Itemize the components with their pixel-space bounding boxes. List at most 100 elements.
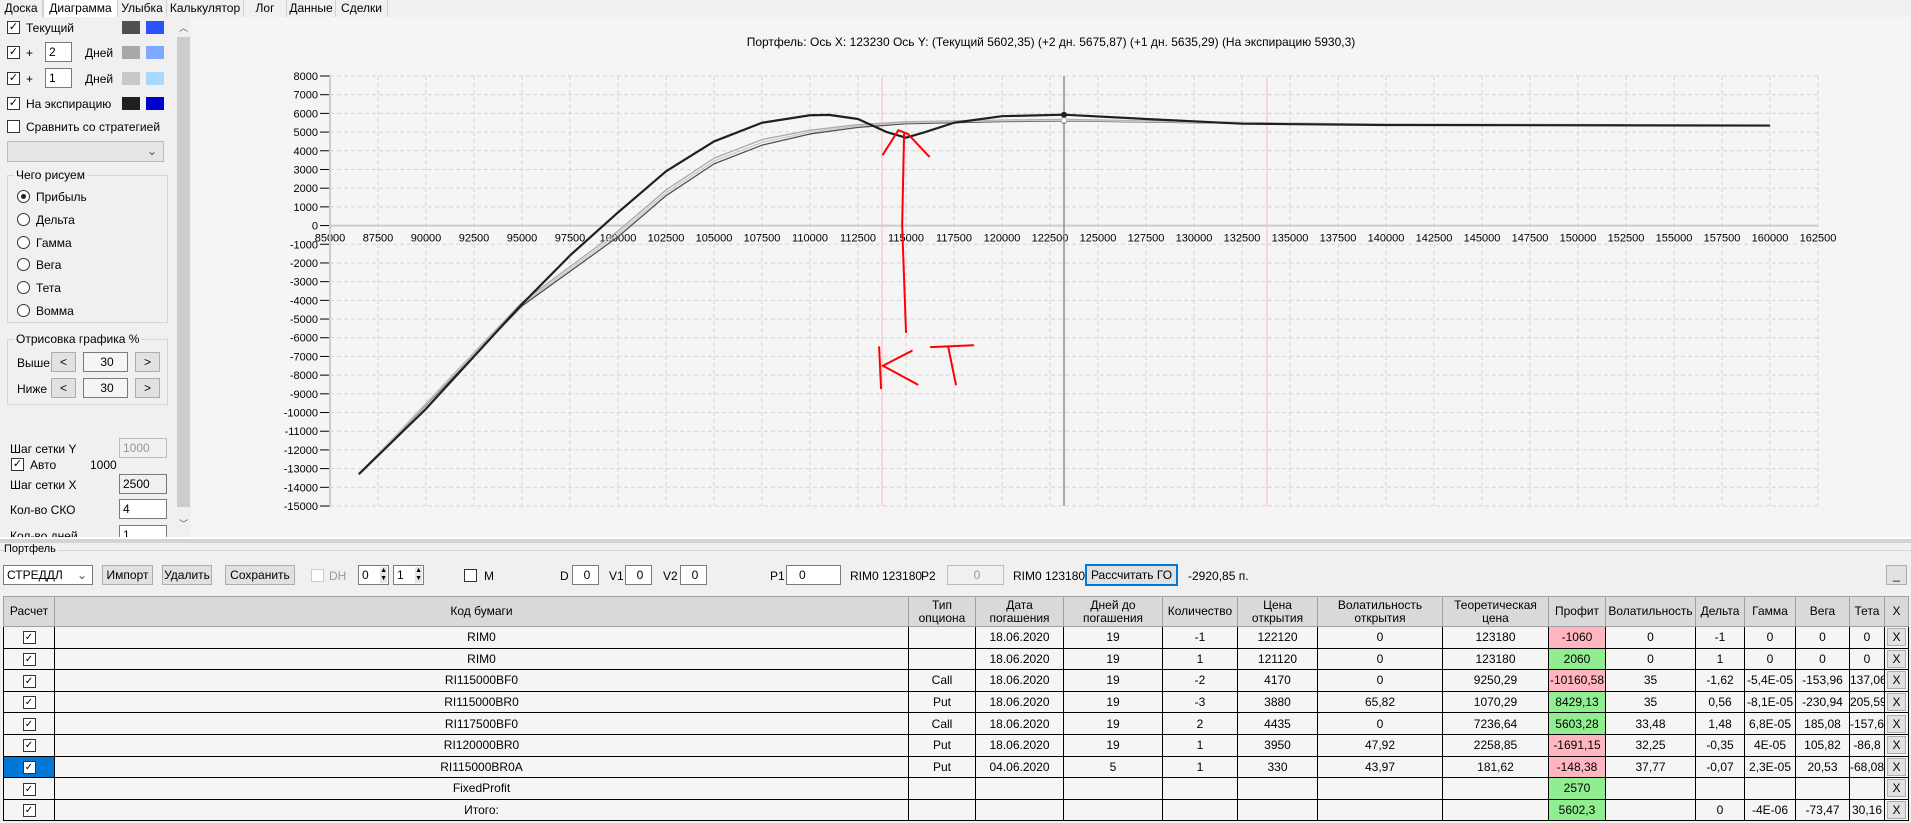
cell-profit[interactable]: 5602,3 bbox=[1548, 798, 1606, 822]
auto-checkbox[interactable]: ✓ bbox=[11, 458, 24, 471]
tab-calculator[interactable]: Калькулятор bbox=[167, 0, 244, 17]
column-header[interactable]: Тета bbox=[1849, 596, 1885, 627]
cell-open-vol[interactable]: 43,97 bbox=[1317, 755, 1443, 779]
cell-theo[interactable]: 9250,29 bbox=[1442, 669, 1549, 692]
cell-theta[interactable]: -68,08 bbox=[1849, 755, 1885, 779]
cell-theta[interactable]: -157,61 bbox=[1849, 712, 1885, 735]
calc-checkbox[interactable]: ✓ bbox=[22, 717, 36, 731]
cell-open-vol[interactable]: 65,82 bbox=[1317, 690, 1443, 714]
cell-profit[interactable]: 2570 bbox=[1548, 777, 1606, 800]
cell-qty[interactable] bbox=[1162, 777, 1238, 800]
cell-delta[interactable]: 0 bbox=[1695, 798, 1745, 822]
table-row[interactable]: ✓ RI120000BR0 Put 18.06.2020 19 1 3950 47,92 225… bbox=[3, 733, 1909, 757]
scroll-up-icon[interactable]: ︿ bbox=[179, 21, 188, 34]
cell-days[interactable]: 19 bbox=[1063, 690, 1163, 714]
cell-code[interactable]: RI115000BR0 bbox=[54, 690, 909, 714]
cell-theta[interactable]: -86,8 bbox=[1849, 733, 1885, 757]
column-header[interactable]: Профит bbox=[1548, 596, 1606, 627]
cell-theta[interactable]: 0 bbox=[1849, 647, 1885, 671]
delete-row-button[interactable]: X bbox=[1887, 693, 1906, 712]
below-decrease-button[interactable]: < bbox=[51, 378, 76, 398]
tab-data[interactable]: Данные bbox=[287, 0, 336, 17]
calc-cell[interactable]: ✓ bbox=[3, 712, 55, 735]
plus1-checkbox[interactable]: ✓ bbox=[7, 72, 20, 85]
tab-log[interactable]: Лог bbox=[244, 0, 287, 17]
current-checkbox[interactable]: ✓ bbox=[7, 21, 20, 34]
column-header[interactable]: Количество bbox=[1162, 596, 1238, 627]
delete-row-button[interactable]: X bbox=[1887, 801, 1906, 820]
cell-profit[interactable]: -1060 bbox=[1548, 626, 1606, 649]
tab-diagram[interactable]: Диаграмма bbox=[43, 0, 118, 18]
spin-arrows-icon[interactable]: ▲ ▼ bbox=[415, 567, 422, 583]
table-row[interactable]: ✓ RI117500BF0 Call 18.06.2020 19 2 4435 0 7236,6… bbox=[3, 712, 1909, 735]
cell-gamma[interactable]: -5,4E-05 bbox=[1744, 669, 1796, 692]
cell-days[interactable] bbox=[1063, 777, 1163, 800]
cell-theo[interactable]: 2258,85 bbox=[1442, 733, 1549, 757]
cell-theo[interactable]: 123180 bbox=[1442, 626, 1549, 649]
cell-delta[interactable]: -0,35 bbox=[1695, 733, 1745, 757]
radio-vega[interactable] bbox=[17, 258, 30, 271]
cell-date[interactable]: 18.06.2020 bbox=[975, 669, 1064, 692]
above-decrease-button[interactable]: < bbox=[51, 352, 76, 372]
cell-vega[interactable]: 185,08 bbox=[1795, 712, 1850, 735]
column-header[interactable]: Цена открытия bbox=[1237, 596, 1318, 627]
cell-type[interactable]: Call bbox=[908, 669, 976, 692]
tab-deals[interactable]: Сделки bbox=[336, 0, 388, 17]
cell-vega[interactable]: -153,96 bbox=[1795, 669, 1850, 692]
cell-type[interactable]: Put bbox=[908, 755, 976, 779]
delete-button[interactable]: Удалить bbox=[162, 565, 212, 585]
cell-vol[interactable]: 0 bbox=[1605, 626, 1696, 649]
column-header[interactable]: Расчет bbox=[3, 596, 55, 627]
cell-theo[interactable] bbox=[1442, 777, 1549, 800]
sko-input[interactable]: 4 bbox=[119, 499, 167, 519]
p2-input[interactable]: 0 bbox=[947, 565, 1004, 585]
cell-vol[interactable]: 35 bbox=[1605, 669, 1696, 692]
table-row[interactable]: ✓ RI115000BR0A Put 04.06.2020 5 1 330 43,97 181,… bbox=[3, 755, 1909, 779]
cell-qty[interactable]: 1 bbox=[1162, 755, 1238, 779]
current-color-swatch[interactable] bbox=[122, 21, 140, 34]
cell-date[interactable]: 18.06.2020 bbox=[975, 733, 1064, 757]
delete-row-button[interactable]: X bbox=[1887, 628, 1906, 647]
plus2-color-swatch[interactable] bbox=[122, 46, 140, 59]
cell-qty[interactable]: 1 bbox=[1162, 733, 1238, 757]
column-header[interactable]: Вега bbox=[1795, 596, 1850, 627]
calc-cell[interactable]: ✓ bbox=[3, 690, 55, 714]
calc-checkbox[interactable]: ✓ bbox=[22, 782, 36, 796]
expiry-color-swatch[interactable] bbox=[122, 97, 140, 110]
cell-vega[interactable]: 20,53 bbox=[1795, 755, 1850, 779]
radio-vomma[interactable] bbox=[17, 304, 30, 317]
cell-open[interactable]: 122120 bbox=[1237, 626, 1318, 649]
cell-theta[interactable] bbox=[1849, 777, 1885, 800]
cell-profit[interactable]: 8429,13 bbox=[1548, 690, 1606, 714]
cell-vega[interactable] bbox=[1795, 777, 1850, 800]
cell-vol[interactable] bbox=[1605, 777, 1696, 800]
cell-gamma[interactable]: 6,8E-05 bbox=[1744, 712, 1796, 735]
cell-date[interactable]: 04.06.2020 bbox=[975, 755, 1064, 779]
cell-date[interactable]: 18.06.2020 bbox=[975, 626, 1064, 649]
v1-input[interactable]: 0 bbox=[625, 565, 652, 585]
cell-code[interactable]: FixedProfit bbox=[54, 777, 909, 800]
cell-vega[interactable]: 0 bbox=[1795, 626, 1850, 649]
calc-checkbox[interactable]: ✓ bbox=[22, 739, 36, 753]
cell-days[interactable]: 19 bbox=[1063, 647, 1163, 671]
cell-vol[interactable]: 0 bbox=[1605, 647, 1696, 671]
cell-open-vol[interactable]: 0 bbox=[1317, 626, 1443, 649]
cell-type[interactable]: Put bbox=[908, 690, 976, 714]
cell-open[interactable]: 3880 bbox=[1237, 690, 1318, 714]
below-input[interactable]: 30 bbox=[83, 378, 128, 398]
cell-theta[interactable]: 30,16 bbox=[1849, 798, 1885, 822]
cell-delta[interactable]: 1 bbox=[1695, 647, 1745, 671]
delete-row-button[interactable]: X bbox=[1887, 671, 1906, 690]
delete-row-button[interactable]: X bbox=[1887, 757, 1906, 776]
table-row[interactable]: ✓ RI115000BF0 Call 18.06.2020 19 -2 4170 0 9250,… bbox=[3, 669, 1909, 692]
table-row[interactable]: ✓ RIM0 18.06.2020 19 1 121120 0 123180 2060 0 1 0 0 0… bbox=[3, 647, 1909, 671]
cell-type[interactable] bbox=[908, 626, 976, 649]
delete-row-button[interactable]: X bbox=[1887, 714, 1906, 733]
plus2-checkbox[interactable]: ✓ bbox=[7, 46, 20, 59]
import-button[interactable]: Импорт bbox=[102, 565, 153, 585]
calc-cell[interactable]: ✓ bbox=[3, 798, 55, 822]
calc-checkbox[interactable]: ✓ bbox=[22, 674, 36, 688]
column-header[interactable]: Гамма bbox=[1744, 596, 1796, 627]
calculate-go-button[interactable]: Рассчитать ГО bbox=[1085, 564, 1178, 586]
calc-checkbox[interactable]: ✓ bbox=[22, 696, 36, 710]
